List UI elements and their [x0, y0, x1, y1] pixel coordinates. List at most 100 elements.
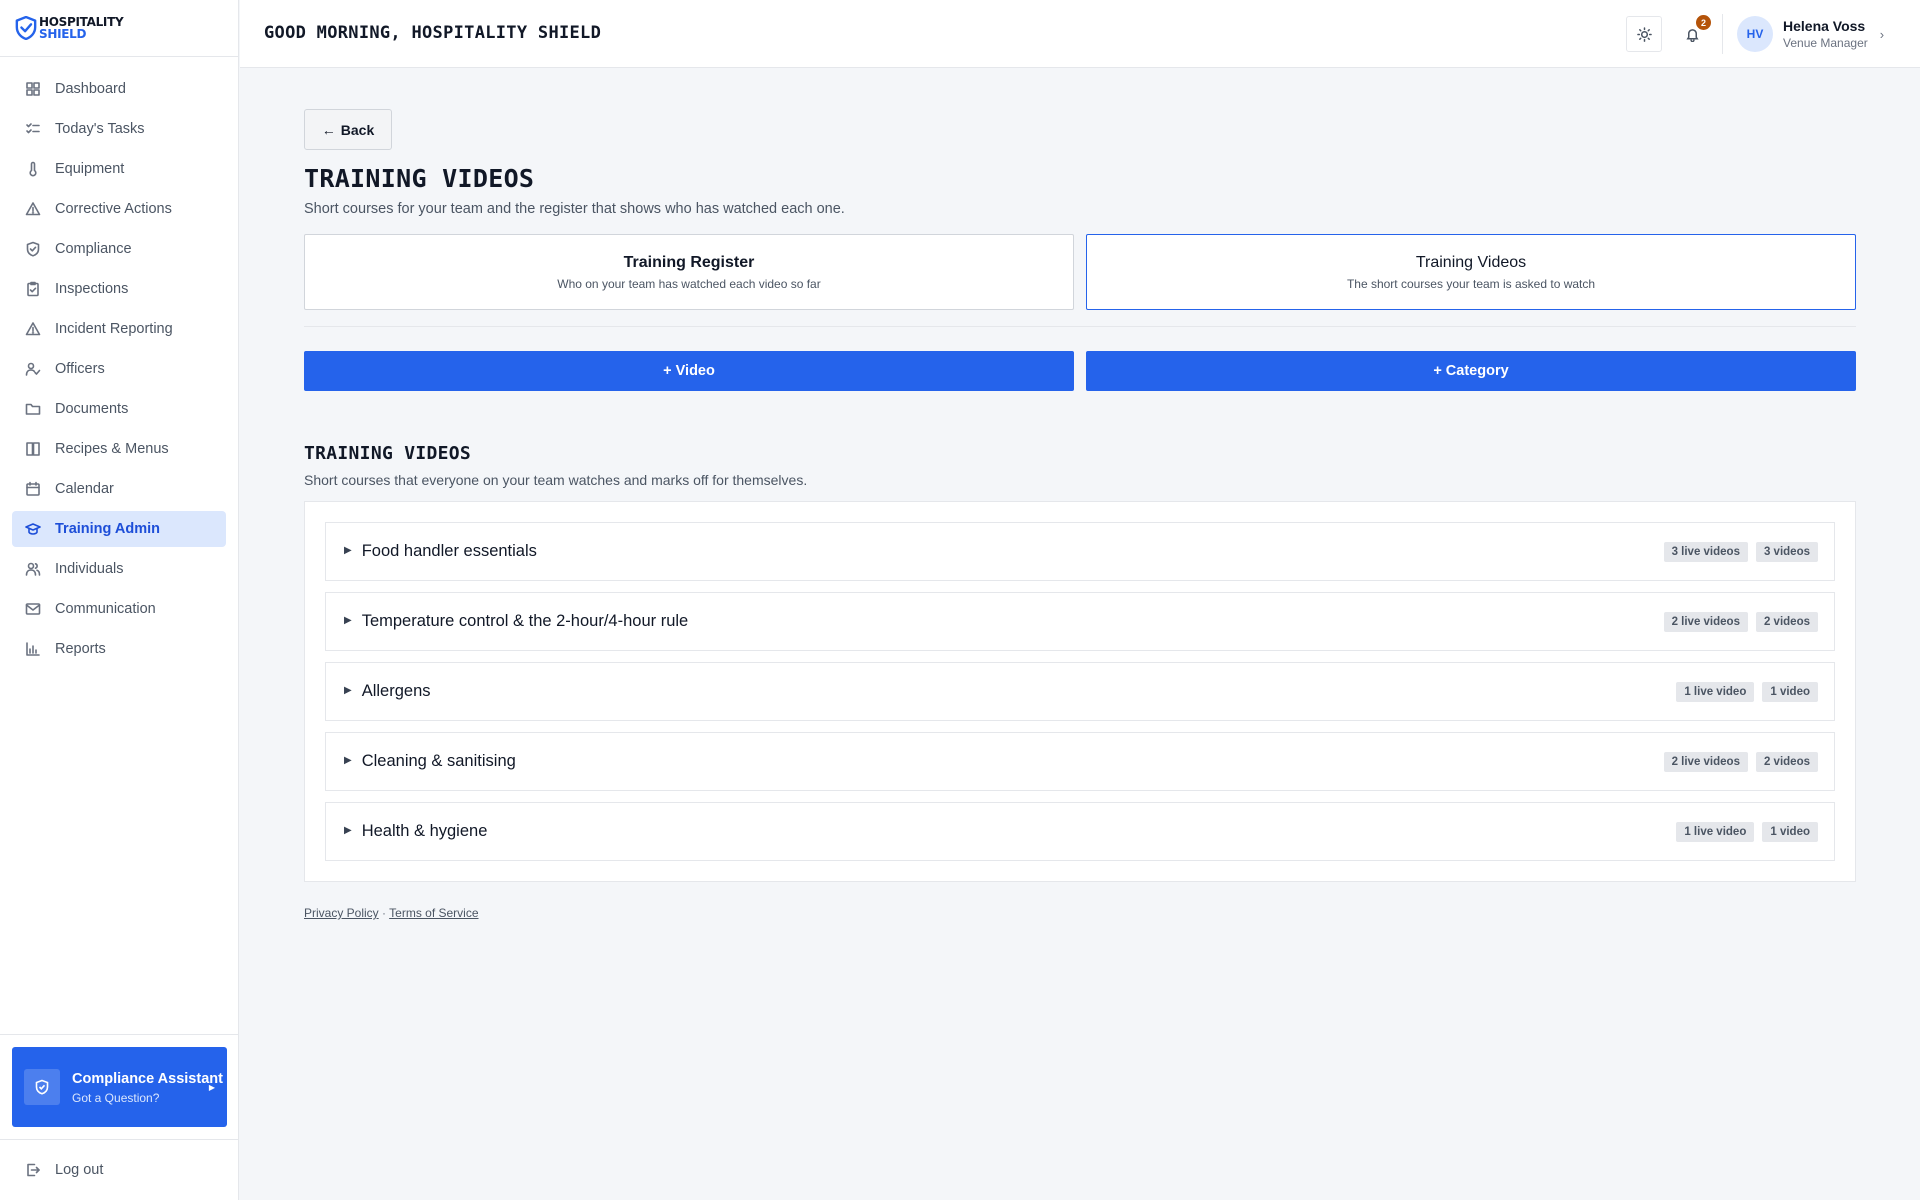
users-icon — [25, 562, 41, 576]
sidebar-item-label: Training Admin — [55, 521, 160, 537]
sidebar-item-corrective-actions[interactable]: Corrective Actions — [12, 191, 226, 227]
sidebar-item-todays-tasks[interactable]: Today's Tasks — [12, 111, 226, 147]
logout-button[interactable]: Log out — [12, 1152, 227, 1188]
caret-right-icon: ▶ — [208, 1083, 215, 1092]
graduation-cap-icon — [25, 523, 41, 535]
sidebar-item-label: Individuals — [55, 561, 124, 577]
category-name: Temperature control & the 2-hour/4-hour … — [361, 612, 689, 630]
sidebar-item-label: Today's Tasks — [55, 121, 145, 137]
videos-count-badge: 3 videos — [1755, 541, 1818, 562]
sidebar-item-label: Recipes & Menus — [55, 441, 169, 457]
user-check-icon — [25, 362, 41, 376]
assistant-subtitle: Got a Question? — [72, 1090, 160, 1105]
sidebar-item-inspections[interactable]: Inspections — [12, 271, 226, 307]
arrow-left-icon: ← — [321, 121, 336, 138]
calendar-icon — [26, 481, 40, 496]
terms-of-service-link[interactable]: Terms of Service — [389, 906, 478, 920]
tab-training-videos[interactable]: Training Videos The short courses your t… — [1086, 234, 1856, 310]
book-icon — [26, 442, 40, 456]
tab-subtitle: Who on your team has watched each video … — [557, 276, 821, 291]
category-name: Allergens — [361, 682, 431, 700]
avatar: HV — [1737, 16, 1773, 52]
live-videos-badge: 2 live videos — [1663, 751, 1748, 772]
sidebar-item-label: Officers — [55, 361, 105, 377]
warning-icon — [25, 322, 41, 336]
chevron-right-icon: › — [1879, 26, 1885, 42]
category-item[interactable]: ▶ Cleaning & sanitising 2 live videos 2 … — [325, 732, 1835, 791]
sidebar-item-dashboard[interactable]: Dashboard — [12, 71, 226, 107]
caret-right-icon: ▶ — [344, 614, 352, 626]
brand-logo[interactable]: HOSPITALITY SHIELD — [0, 0, 238, 57]
back-button-label: Back — [340, 121, 375, 138]
category-name: Food handler essentials — [361, 542, 537, 560]
category-item[interactable]: ▶ Allergens 1 live video 1 video — [325, 662, 1835, 721]
sidebar-item-communication[interactable]: Communication — [12, 591, 226, 627]
thermometer-icon — [29, 161, 37, 177]
caret-right-icon: ▶ — [344, 684, 352, 696]
privacy-policy-link[interactable]: Privacy Policy — [304, 906, 379, 920]
brand-line-2: SHIELD — [39, 27, 87, 41]
sidebar-item-label: Corrective Actions — [55, 201, 172, 217]
top-header: GOOD MORNING, HOSPITALITY SHIELD 2 HV He… — [240, 0, 1920, 68]
sidebar-item-officers[interactable]: Officers — [12, 351, 226, 387]
user-role: Venue Manager — [1783, 36, 1868, 50]
back-button[interactable]: ← Back — [304, 109, 392, 150]
videos-count-badge: 1 video — [1762, 821, 1818, 842]
category-name: Health & hygiene — [361, 822, 488, 840]
tab-subtitle: The short courses your team is asked to … — [1346, 276, 1596, 291]
category-item[interactable]: ▶ Food handler essentials 3 live videos … — [325, 522, 1835, 581]
assistant-section: Compliance Assistant Got a Question? ▶ — [0, 1034, 239, 1139]
action-buttons: + Video + Category — [304, 351, 1856, 391]
folder-icon — [25, 403, 41, 415]
category-item[interactable]: ▶ Temperature control & the 2-hour/4-hou… — [325, 592, 1835, 651]
add-category-button[interactable]: + Category — [1086, 351, 1856, 391]
sidebar-item-label: Inspections — [55, 281, 129, 297]
category-item[interactable]: ▶ Health & hygiene 1 live video 1 video — [325, 802, 1835, 861]
sidebar-item-incident-reporting[interactable]: Incident Reporting — [12, 311, 226, 347]
grid-icon — [26, 82, 40, 96]
checklist-icon — [26, 123, 40, 134]
compliance-assistant-button[interactable]: Compliance Assistant Got a Question? ▶ — [12, 1047, 227, 1127]
sidebar-item-label: Communication — [55, 601, 156, 617]
videos-count-badge: 2 videos — [1755, 611, 1818, 632]
sidebar-item-label: Equipment — [55, 161, 125, 177]
sidebar-item-recipes-menus[interactable]: Recipes & Menus — [12, 431, 226, 467]
footer-separator: · — [382, 906, 387, 920]
mail-icon — [25, 603, 41, 615]
sidebar-item-equipment[interactable]: Equipment — [12, 151, 226, 187]
sidebar-item-documents[interactable]: Documents — [12, 391, 226, 427]
live-videos-badge: 3 live videos — [1663, 541, 1748, 562]
tab-training-register[interactable]: Training Register Who on your team has w… — [304, 234, 1074, 310]
live-videos-badge: 1 live video — [1676, 821, 1755, 842]
section-title: TRAINING VIDEOS — [304, 443, 472, 464]
theme-toggle-button[interactable] — [1626, 16, 1662, 52]
page-title: TRAINING VIDEOS — [304, 164, 535, 193]
sun-icon — [1636, 26, 1652, 42]
clipboard-icon — [27, 281, 39, 297]
user-menu[interactable]: HV Helena Voss Venue Manager › — [1737, 16, 1884, 52]
sidebar-item-compliance[interactable]: Compliance — [12, 231, 226, 267]
sidebar-item-calendar[interactable]: Calendar — [12, 471, 226, 507]
bell-icon — [1685, 28, 1699, 42]
sidebar-item-label: Incident Reporting — [55, 321, 173, 337]
sidebar-item-training-admin[interactable]: Training Admin — [12, 511, 226, 547]
sidebar-item-individuals[interactable]: Individuals — [12, 551, 226, 587]
greeting-text: GOOD MORNING, HOSPITALITY SHIELD — [264, 23, 602, 43]
shield-icon — [26, 241, 40, 257]
main-content: ← Back TRAINING VIDEOS Short courses for… — [304, 109, 1856, 920]
videos-count-badge: 2 videos — [1755, 751, 1818, 772]
sidebar-item-label: Calendar — [55, 481, 114, 497]
shield-logo-icon — [15, 16, 37, 40]
view-tabs: Training Register Who on your team has w… — [304, 234, 1856, 327]
header-divider — [1722, 14, 1723, 54]
sidebar-item-label: Documents — [55, 401, 129, 417]
page-subtitle: Short courses for your team and the regi… — [304, 201, 845, 217]
user-name: Helena Voss — [1783, 18, 1866, 34]
assistant-title: Compliance Assistant — [72, 1070, 223, 1087]
sidebar: HOSPITALITY SHIELD Dashboard Today's Tas… — [0, 0, 239, 1200]
shield-icon — [24, 1069, 60, 1105]
videos-count-badge: 1 video — [1762, 681, 1818, 702]
add-video-button[interactable]: + Video — [304, 351, 1074, 391]
sidebar-item-reports[interactable]: Reports — [12, 631, 226, 667]
category-list: ▶ Food handler essentials 3 live videos … — [304, 501, 1856, 882]
